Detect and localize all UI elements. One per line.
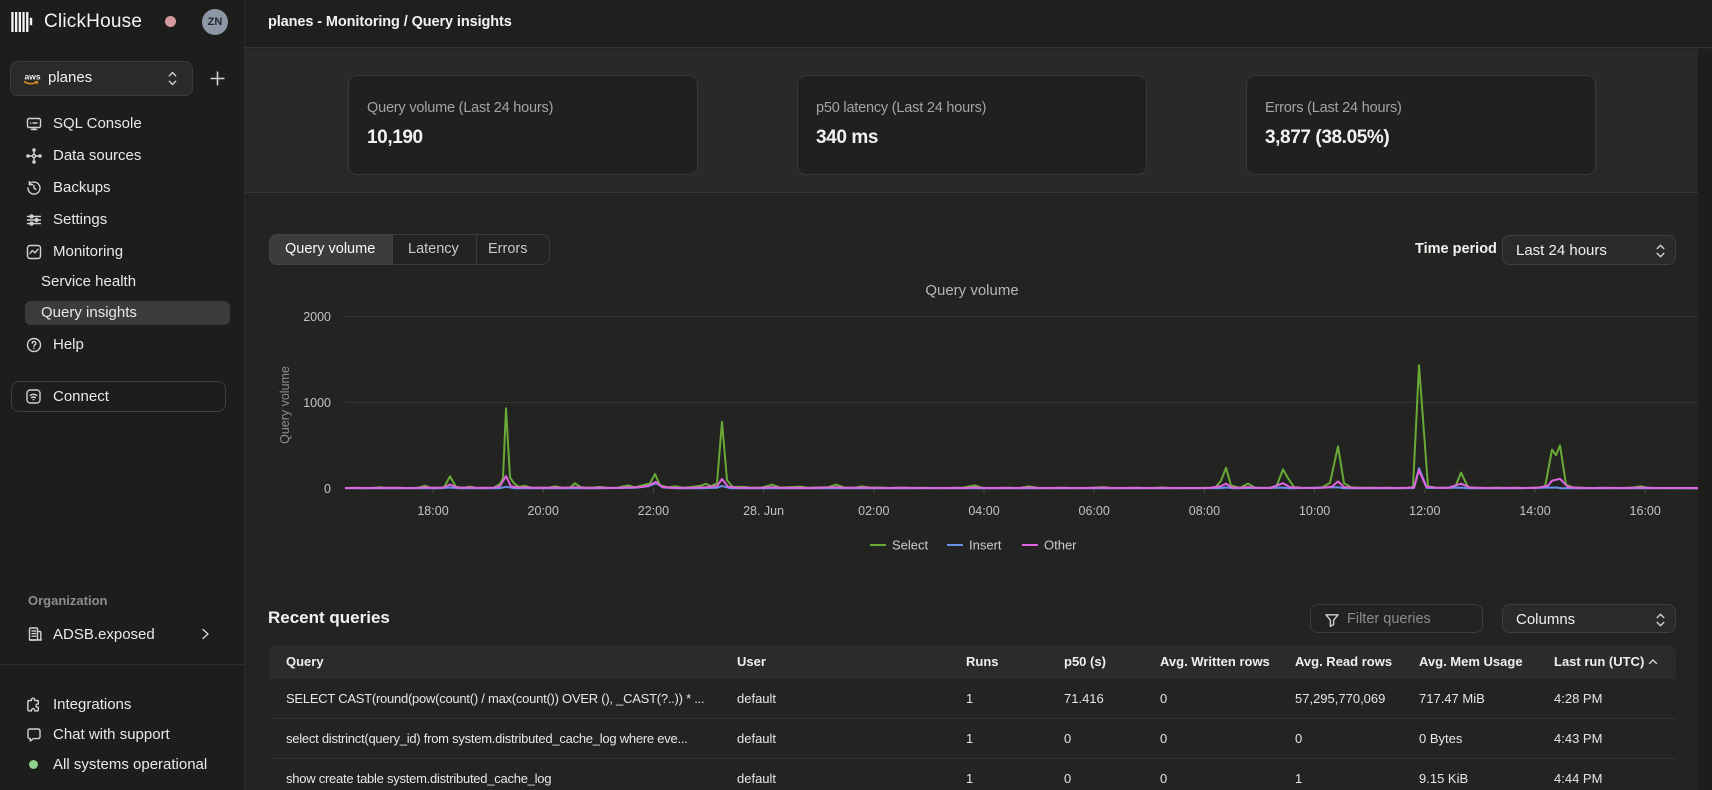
svg-text:10:00: 10:00 (1299, 504, 1330, 518)
svg-text:Query volume: Query volume (278, 366, 292, 444)
svg-text:Select: Select (892, 538, 929, 553)
svg-text:08:00: 08:00 (1189, 504, 1220, 518)
svg-text:Query volume: Query volume (925, 282, 1018, 299)
svg-text:28. Jun: 28. Jun (743, 504, 784, 518)
svg-text:Other: Other (1044, 538, 1077, 553)
svg-text:18:00: 18:00 (417, 504, 448, 518)
svg-text:aws: aws (25, 72, 41, 82)
svg-text:14:00: 14:00 (1519, 504, 1550, 518)
svg-text:04:00: 04:00 (968, 504, 999, 518)
svg-text:0: 0 (324, 482, 331, 496)
svg-text:06:00: 06:00 (1079, 504, 1110, 518)
svg-text:12:00: 12:00 (1409, 504, 1440, 518)
svg-text:16:00: 16:00 (1630, 504, 1661, 518)
svg-text:22:00: 22:00 (638, 504, 669, 518)
svg-text:1000: 1000 (303, 396, 331, 410)
svg-text:20:00: 20:00 (528, 504, 559, 518)
svg-text:02:00: 02:00 (858, 504, 889, 518)
svg-text:2000: 2000 (303, 310, 331, 324)
svg-text:Insert: Insert (969, 538, 1002, 553)
